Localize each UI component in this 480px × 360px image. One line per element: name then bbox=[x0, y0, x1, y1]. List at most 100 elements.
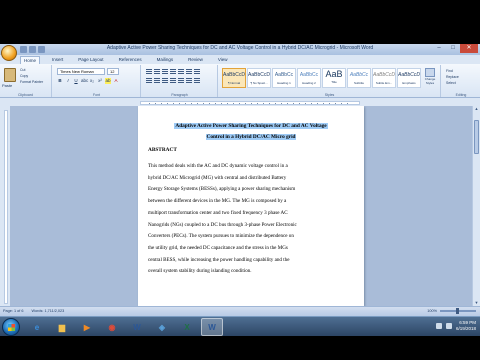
abstract-line: multiport transformation center and two … bbox=[148, 209, 288, 216]
title-line-2: Control in a Hybrid DC/AC Micro grid bbox=[205, 133, 297, 140]
decrease-indent-icon[interactable] bbox=[170, 69, 176, 74]
word-window: Adaptive Active Power Sharing Techniques… bbox=[0, 44, 480, 316]
superscript-icon[interactable]: x² bbox=[97, 78, 103, 84]
bullets-icon[interactable] bbox=[146, 69, 152, 74]
word-active-icon[interactable]: W bbox=[201, 318, 223, 336]
clipboard-label: Clipboard bbox=[18, 93, 33, 97]
start-button[interactable] bbox=[2, 318, 20, 336]
horizontal-ruler[interactable] bbox=[140, 101, 360, 105]
strikethrough-icon[interactable]: abc bbox=[81, 78, 88, 84]
zoom-level[interactable]: 100% bbox=[427, 309, 437, 313]
scroll-thumb[interactable] bbox=[474, 120, 479, 154]
zoom-knob[interactable] bbox=[456, 308, 459, 314]
show-marks-icon[interactable] bbox=[194, 69, 200, 74]
borders-icon[interactable] bbox=[194, 78, 200, 83]
editing-group: Find Replace Select Editing bbox=[442, 65, 480, 97]
style-emphasis[interactable]: AaBbCcDc Emphasis bbox=[397, 68, 421, 88]
paragraph-group: Paragraph bbox=[142, 65, 218, 97]
shading-icon[interactable] bbox=[186, 78, 192, 83]
align-left-icon[interactable] bbox=[146, 78, 152, 83]
network-icon[interactable] bbox=[435, 323, 442, 329]
tab-review[interactable]: Review bbox=[185, 56, 206, 64]
style-heading-2[interactable]: AaBbCc Heading 2 bbox=[297, 68, 321, 88]
abstract-line: the utility grid, the needed DC capacita… bbox=[148, 244, 288, 251]
document-title[interactable]: Adaptive Active Power Sharing Techniques… bbox=[138, 121, 364, 142]
scroll-up-icon[interactable]: ▲ bbox=[473, 106, 480, 112]
paste-icon[interactable] bbox=[4, 68, 16, 82]
format-painter-button[interactable]: Format Painter bbox=[20, 79, 43, 85]
abstract-line: overall system stability during islandin… bbox=[148, 268, 252, 275]
zoom-control: 100% bbox=[427, 308, 476, 314]
tab-home[interactable]: Home bbox=[20, 56, 41, 64]
volume-icon[interactable] bbox=[445, 323, 452, 329]
windows-logo-icon bbox=[8, 324, 15, 331]
subscript-icon[interactable]: x₂ bbox=[89, 78, 95, 84]
vertical-scrollbar[interactable]: ▲ ▼ bbox=[472, 106, 480, 306]
document-page[interactable]: Adaptive Active Power Sharing Techniques… bbox=[138, 106, 364, 306]
multilevel-list-icon[interactable] bbox=[162, 69, 168, 74]
font-name-select[interactable]: Times New Roman bbox=[57, 68, 105, 75]
abstract-heading[interactable]: ABSTRACT bbox=[148, 147, 177, 153]
underline-button[interactable]: U bbox=[73, 78, 79, 84]
abstract-line: between the different devices in the MG.… bbox=[148, 198, 287, 205]
bold-button[interactable]: B bbox=[57, 78, 63, 84]
zoom-slider[interactable] bbox=[440, 308, 476, 314]
word-icon[interactable]: W bbox=[126, 318, 148, 336]
abstract-line: Energy Storage Systems (BESSs), applying… bbox=[148, 186, 296, 193]
taskbar: e ▆ ▶ ◉ W ◈ X W 6:59 PM 6/19/2018 bbox=[0, 316, 480, 336]
paste-button[interactable]: Paste bbox=[2, 83, 12, 88]
select-button[interactable]: Select bbox=[446, 80, 459, 86]
media-player-icon[interactable]: ▶ bbox=[76, 318, 98, 336]
vertical-ruler[interactable] bbox=[4, 110, 8, 304]
office-button[interactable] bbox=[1, 45, 17, 61]
maximize-button[interactable]: □ bbox=[446, 44, 460, 53]
style-heading-1[interactable]: AaBbCc Heading 1 bbox=[272, 68, 296, 88]
style-title[interactable]: AaB Title bbox=[322, 68, 346, 88]
tab-references[interactable]: References bbox=[116, 56, 145, 64]
abstract-line: hybrid DC/AC Microgrid (MG) with central… bbox=[148, 174, 287, 181]
align-center-icon[interactable] bbox=[154, 78, 160, 83]
font-label: Font bbox=[92, 93, 100, 97]
clock[interactable]: 6:59 PM 6/19/2018 bbox=[456, 320, 476, 332]
screen: Adaptive Active Power Sharing Techniques… bbox=[0, 0, 480, 360]
tab-insert[interactable]: Insert bbox=[49, 56, 66, 64]
minimize-button[interactable]: – bbox=[432, 44, 446, 53]
taskbar-icons: e ▆ ▶ ◉ W ◈ X W bbox=[26, 318, 223, 336]
tab-page-layout[interactable]: Page Layout bbox=[75, 56, 106, 64]
align-right-icon[interactable] bbox=[162, 78, 168, 83]
editing-label: Editing bbox=[455, 93, 467, 97]
tab-view[interactable]: View bbox=[215, 56, 231, 64]
chrome-icon[interactable]: ◉ bbox=[101, 318, 123, 336]
ie-icon[interactable]: e bbox=[26, 318, 48, 336]
abstract-line: central BESS, while increasing the power… bbox=[148, 256, 290, 263]
app-icon[interactable]: ◈ bbox=[151, 318, 173, 336]
tab-mailings[interactable]: Mailings bbox=[154, 56, 177, 64]
increase-indent-icon[interactable] bbox=[178, 69, 184, 74]
styles-group: AaBbCcDc ¶ Normal AaBbCcDc ¶ No Spaci...… bbox=[219, 65, 441, 97]
abstract-paragraph[interactable]: This method deals with the AC and DC dyn… bbox=[148, 161, 353, 278]
ribbon: Paste Cut Copy Format Painter Clipboard … bbox=[0, 64, 480, 98]
page-count[interactable]: Page: 1 of 6 bbox=[3, 309, 23, 313]
text-highlight-icon[interactable]: ab bbox=[105, 78, 111, 84]
style-subtitle[interactable]: AaBbCc Subtitle bbox=[347, 68, 371, 88]
line-spacing-icon[interactable] bbox=[178, 78, 184, 83]
font-size-select[interactable]: 12 bbox=[107, 68, 119, 75]
system-tray: 6:59 PM 6/19/2018 bbox=[435, 320, 476, 332]
status-bar: Page: 1 of 6 Words: 1,711/2,023 100% bbox=[0, 306, 480, 316]
sort-icon[interactable] bbox=[186, 69, 192, 74]
justify-icon[interactable] bbox=[170, 78, 176, 83]
folder-icon[interactable]: ▆ bbox=[51, 318, 73, 336]
close-button[interactable]: ✕ bbox=[460, 44, 478, 53]
abstract-line: This method deals with the AC and DC dyn… bbox=[148, 163, 288, 169]
numbering-icon[interactable] bbox=[154, 69, 160, 74]
change-styles-button[interactable]: Change Styles bbox=[423, 68, 437, 88]
style-no-spacing[interactable]: AaBbCcDc ¶ No Spaci... bbox=[247, 68, 271, 88]
font-color-icon[interactable]: A bbox=[113, 78, 119, 84]
abstract-line: Nanogrids (NGs) coupled to a DC bus thro… bbox=[148, 221, 297, 228]
word-count[interactable]: Words: 1,711/2,023 bbox=[31, 309, 64, 313]
italic-button[interactable]: I bbox=[65, 78, 71, 84]
window-title: Adaptive Active Power Sharing Techniques… bbox=[106, 45, 374, 51]
excel-icon[interactable]: X bbox=[176, 318, 198, 336]
style-subtle-emphasis[interactable]: AaBbCcDc Subtle Em... bbox=[372, 68, 396, 88]
style-normal[interactable]: AaBbCcDc ¶ Normal bbox=[222, 68, 246, 88]
